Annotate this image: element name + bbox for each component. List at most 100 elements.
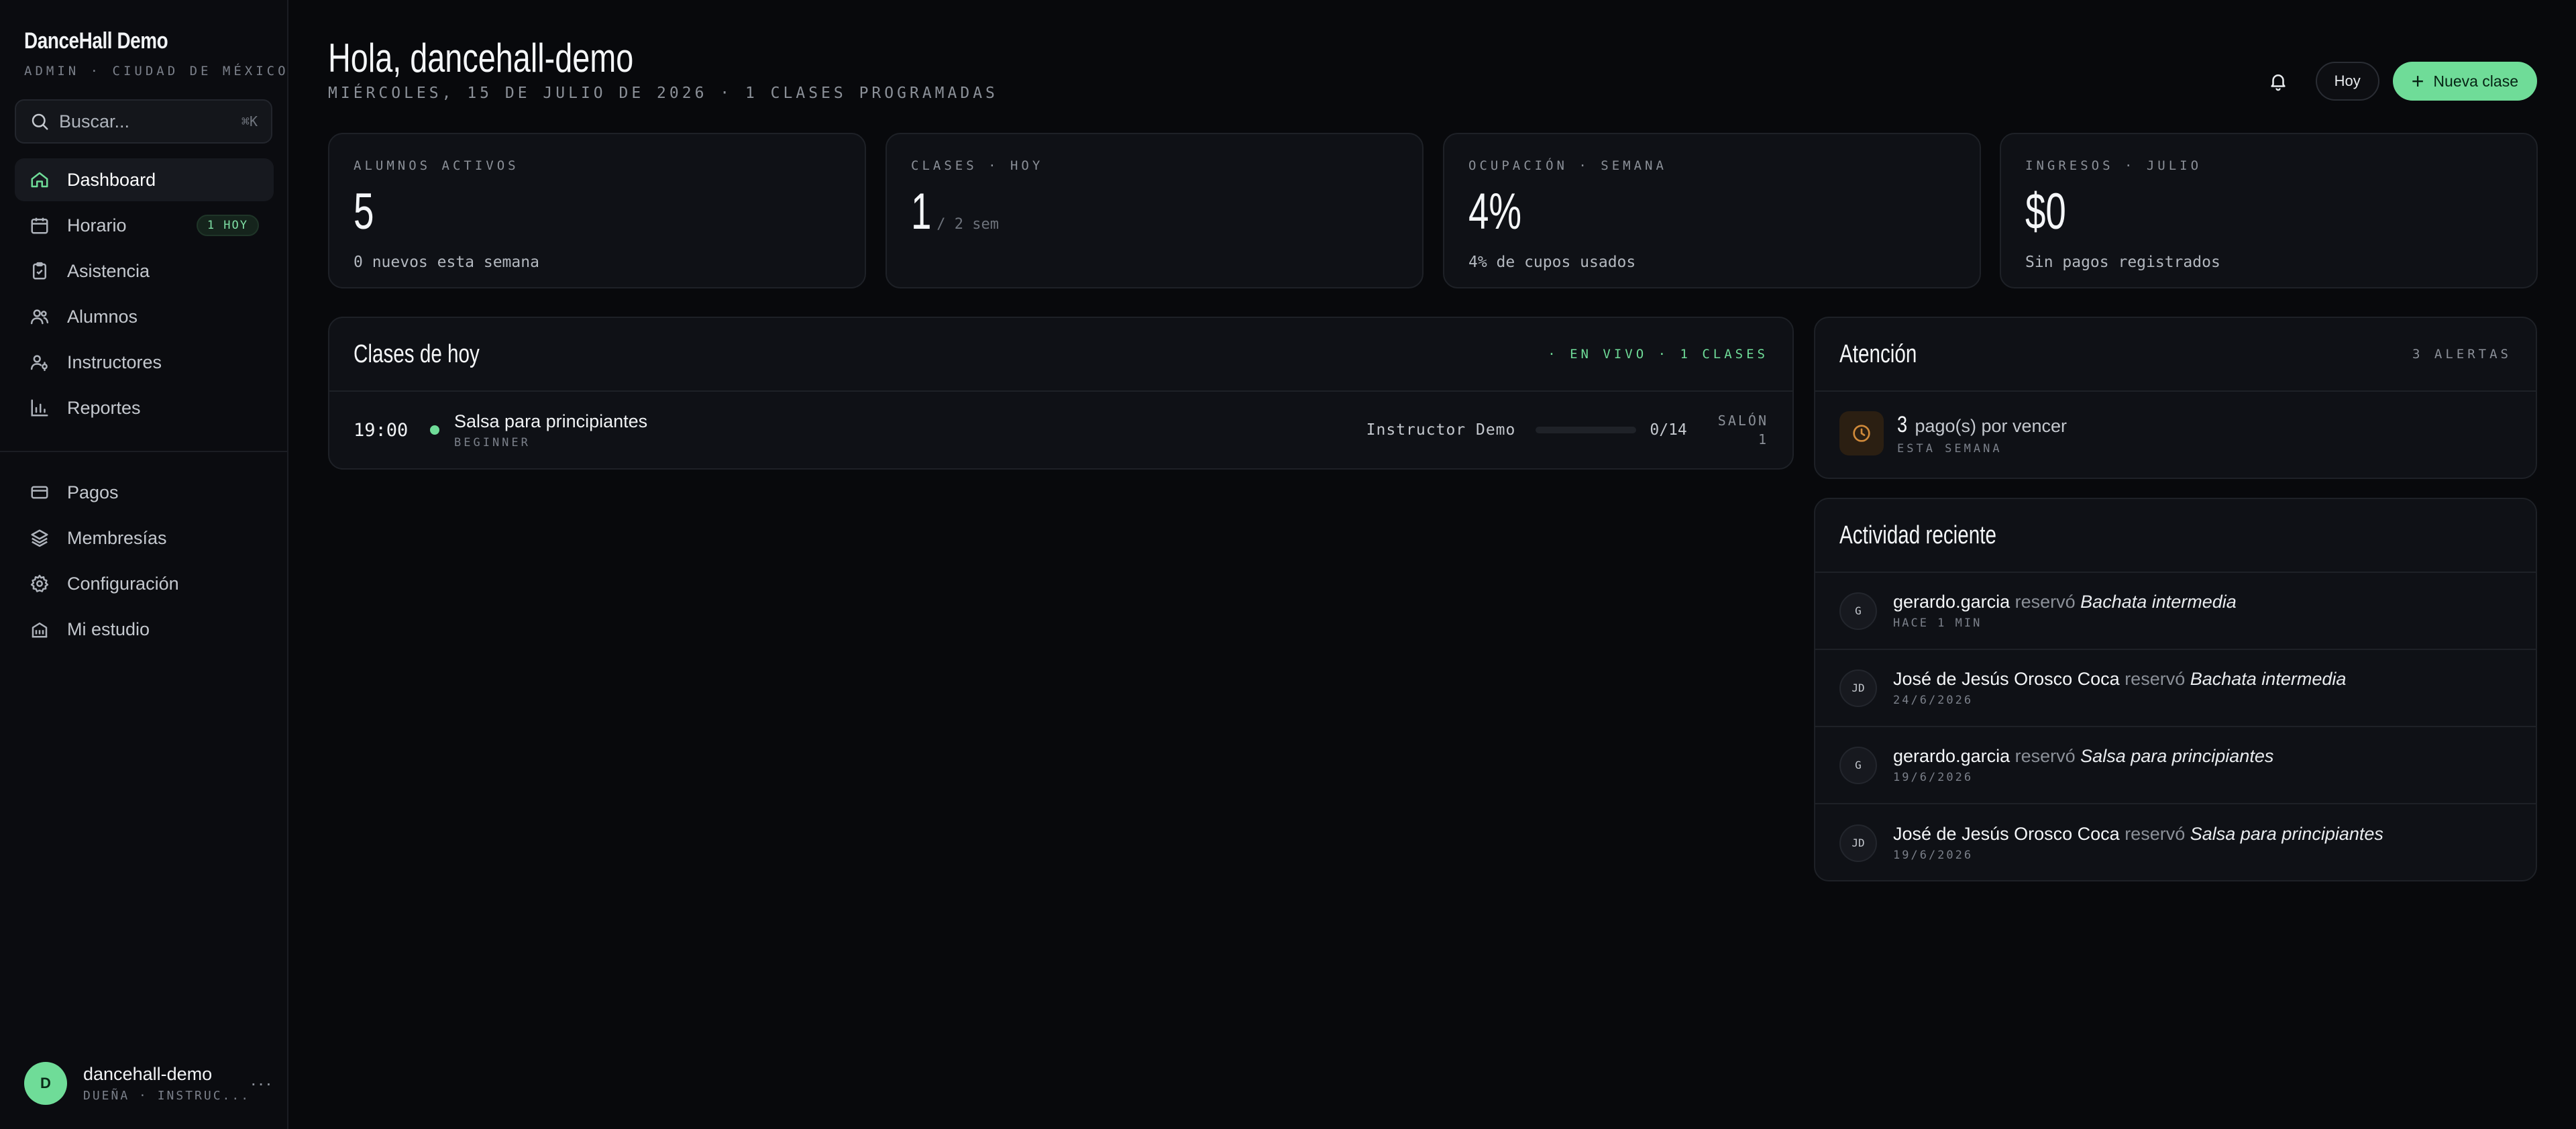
recent-activity-panel: Actividad reciente G gerardo.garcia rese… [1814, 498, 2537, 881]
activity-time: 24/6/2026 [1893, 694, 1974, 707]
avatar: JD [1839, 824, 1877, 862]
class-name: Salsa para principiantes [454, 411, 648, 431]
sidebar-item-label: Instructores [67, 352, 162, 372]
users-icon [30, 309, 49, 325]
alert-subtext: ESTA SEMANA [1897, 441, 2002, 455]
activity-class: Bachata intermedia [2190, 669, 2347, 689]
today-button[interactable]: Hoy [2315, 62, 2379, 101]
plus-icon: + [2411, 69, 2424, 93]
bell-icon [2270, 74, 2286, 91]
sidebar-item-label: Alumnos [67, 306, 138, 327]
live-status: · EN VIVO · 1 CLASES [1548, 347, 1768, 362]
activity-item[interactable]: G gerardo.garcia reservó Salsa para prin… [1815, 727, 2536, 804]
capacity-text: 0/14 [1650, 421, 1687, 439]
stat-suffix: / 2 sem [936, 216, 999, 233]
sidebar-item-pagos[interactable]: Pagos [15, 471, 274, 514]
class-level: BEGINNER [454, 435, 531, 449]
class-time: 19:00 [354, 419, 409, 441]
activity-item[interactable]: JD José de Jesús Orosco Coca reservó Bac… [1815, 650, 2536, 727]
sidebar-item-dashboard[interactable]: Dashboard [15, 158, 274, 201]
class-row[interactable]: 19:00 Salsa para principiantes BEGINNER … [329, 392, 1792, 468]
panel-title: Clases de hoy [354, 339, 480, 368]
sidebar-item-label: Configuración [67, 573, 179, 594]
brand-name: DanceHall Demo [24, 28, 168, 54]
page-subtitle: MIÉRCOLES, 15 DE JULIO DE 2026 · 1 CLASE… [328, 85, 998, 102]
activity-verb: reservó [2015, 746, 2076, 766]
sidebar-item-mi-estudio[interactable]: Mi estudio [15, 608, 274, 651]
sidebar-item-configuracion[interactable]: Configuración [15, 562, 274, 605]
credit-card-icon [31, 486, 48, 499]
room-number: 1 [1758, 431, 1768, 447]
panel-header: Atención 3 ALERTAS [1815, 318, 2536, 392]
stat-card-clases: CLASES · HOY 1 / 2 sem [885, 133, 1424, 288]
more-options-icon[interactable]: ··· [250, 1073, 273, 1094]
search-input[interactable]: Buscar... ⌘K [15, 99, 272, 144]
clipboard-check-icon [33, 262, 46, 280]
user-profile[interactable]: D dancehall-demo DUEÑA · INSTRUC... ··· [24, 1059, 272, 1108]
stat-label: INGRESOS · JULIO [2025, 158, 2202, 173]
sidebar-item-alumnos[interactable]: Alumnos [15, 295, 274, 338]
activity-class: Bachata intermedia [2080, 592, 2237, 612]
stat-label: CLASES · HOY [911, 158, 1044, 173]
activity-verb: reservó [2125, 669, 2186, 689]
layers-icon [31, 529, 48, 547]
primary-nav: Dashboard Horario 1 HOY Asistencia Alumn… [15, 158, 274, 432]
sidebar-item-label: Pagos [67, 482, 119, 502]
new-class-label: Nueva clase [2433, 72, 2518, 90]
sidebar-item-label: Mi estudio [67, 619, 150, 639]
sidebar-item-membresias[interactable]: Membresías [15, 517, 274, 559]
user-role: DUEÑA · INSTRUC... [83, 1089, 251, 1103]
sidebar: DanceHall Demo ADMIN · CIUDAD DE MÉXICO … [0, 0, 288, 1129]
alert-item[interactable]: 3 pago(s) por vencer ESTA SEMANA [1815, 392, 2536, 475]
page-title: Hola, dancehall-demo [328, 36, 634, 80]
stat-foot: 4% de cupos usados [1468, 254, 1636, 271]
class-room: SALÓN 1 [1718, 411, 1768, 449]
classes-today-panel: Clases de hoy · EN VIVO · 1 CLASES 19:00… [328, 317, 1794, 470]
activity-time: 19/6/2026 [1893, 771, 1974, 784]
alert-text: 3 pago(s) por vencer ESTA SEMANA [1897, 412, 2067, 455]
building-icon [32, 623, 48, 638]
stat-value: 1 [911, 183, 932, 240]
avatar: G [1839, 592, 1877, 630]
sidebar-item-label: Asistencia [67, 260, 150, 281]
capacity-bar [1536, 427, 1637, 433]
user-cog-icon [30, 355, 48, 372]
new-class-button[interactable]: + Nueva clase [2392, 62, 2537, 101]
stat-label: OCUPACIÓN · SEMANA [1468, 158, 1667, 173]
avatar: G [1839, 746, 1877, 784]
search-icon [32, 113, 48, 130]
brand-subtitle: ADMIN · CIUDAD DE MÉXICO [24, 64, 289, 78]
stat-value: $0 [2025, 183, 2066, 240]
sidebar-item-instructores[interactable]: Instructores [15, 341, 274, 384]
activity-time: HACE 1 MIN [1893, 616, 1982, 630]
search-placeholder: Buscar... [59, 111, 130, 131]
alerts-count: 3 ALERTAS [2412, 347, 2512, 362]
class-instructor: Instructor Demo [1366, 421, 1516, 439]
stat-card-ingresos: INGRESOS · JULIO $0 Sin pagos registrado… [2000, 133, 2538, 288]
stat-foot: 0 nuevos esta semana [354, 254, 539, 271]
activity-class: Salsa para principiantes [2190, 824, 2383, 844]
sidebar-item-reportes[interactable]: Reportes [15, 386, 274, 429]
brand: DanceHall Demo ADMIN · CIUDAD DE MÉXICO [24, 28, 289, 78]
activity-verb: reservó [2015, 592, 2076, 612]
activity-user: José de Jesús Orosco Coca [1893, 824, 2120, 844]
stat-card-ocupacion: OCUPACIÓN · SEMANA 4% 4% de cupos usados [1443, 133, 1981, 288]
activity-item[interactable]: G gerardo.garcia reservó Bachata interme… [1815, 573, 2536, 650]
panel-header: Actividad reciente [1815, 499, 2536, 573]
user-text: dancehall-demo DUEÑA · INSTRUC... [83, 1064, 250, 1103]
user-name: dancehall-demo [83, 1064, 213, 1084]
stat-label: ALUMNOS ACTIVOS [354, 158, 519, 173]
activity-item[interactable]: JD José de Jesús Orosco Coca reservó Sal… [1815, 804, 2536, 880]
notifications-button[interactable] [2262, 65, 2294, 97]
stat-card-alumnos: ALUMNOS ACTIVOS 5 0 nuevos esta semana [328, 133, 866, 288]
stat-foot: Sin pagos registrados [2025, 254, 2220, 271]
sidebar-item-horario[interactable]: Horario 1 HOY [15, 204, 274, 247]
sidebar-item-asistencia[interactable]: Asistencia [15, 250, 274, 292]
search-shortcut: ⌘K [241, 113, 258, 129]
live-dot [430, 425, 439, 435]
clock-icon [1853, 425, 1870, 442]
activity-user: gerardo.garcia [1893, 592, 2010, 612]
panel-title: Atención [1839, 339, 1917, 368]
secondary-nav: Pagos Membresías Configuración Mi estudi… [15, 471, 274, 653]
header-actions: Hoy + Nueva clase [2262, 62, 2537, 101]
